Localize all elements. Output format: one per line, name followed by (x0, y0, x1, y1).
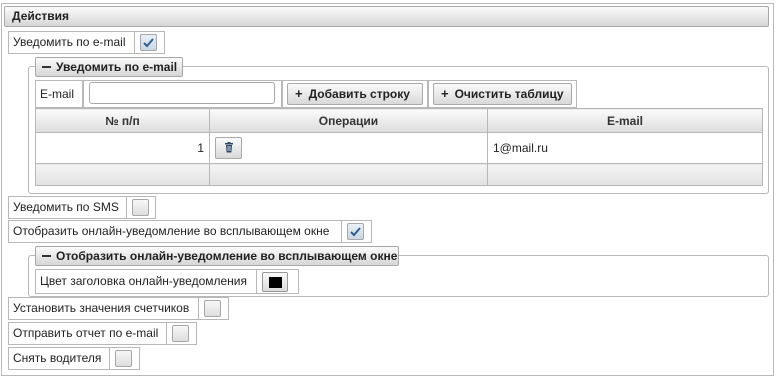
empty-cell (209, 163, 488, 186)
notify-sms-label: Уведомить по SMS (8, 196, 127, 219)
section-header: Действия (4, 6, 769, 27)
show-popup-cell (342, 220, 372, 243)
add-row-button[interactable]: + Добавить строку (287, 83, 423, 105)
trash-icon (225, 142, 233, 153)
add-row-label: Добавить строку (308, 87, 410, 101)
column-header-index[interactable]: № п/п (35, 108, 210, 133)
check-icon (143, 38, 154, 48)
empty-cell (487, 163, 763, 186)
header-color-picker[interactable] (262, 272, 288, 292)
popup-group-legend[interactable]: Отобразить онлайн-уведомление во всплыва… (35, 246, 399, 266)
notify-email-cell (135, 31, 165, 54)
empty-cell (35, 163, 210, 186)
email-input[interactable] (89, 82, 275, 104)
email-field-label: E-mail (35, 80, 83, 108)
remove-driver-checkbox[interactable] (115, 350, 132, 367)
notify-sms-checkbox[interactable] (132, 199, 149, 216)
header-color-label: Цвет заголовка онлайн-уведомления (35, 269, 257, 294)
set-counters-label: Установить значения счетчиков (8, 297, 199, 320)
notify-email-label: Уведомить по e-mail (8, 31, 135, 54)
show-popup-label: Отобразить онлайн-уведомление во всплыва… (8, 220, 342, 243)
remove-driver-label: Снять водителя (8, 347, 110, 370)
plus-icon: + (295, 86, 303, 101)
show-popup-checkbox[interactable] (347, 223, 364, 240)
column-header-operations[interactable]: Операции (209, 108, 488, 133)
collapse-icon (42, 254, 51, 257)
header-color-cell (257, 269, 299, 294)
column-header-email[interactable]: E-mail (487, 108, 763, 133)
send-report-cell (167, 322, 197, 345)
table-empty-row (35, 163, 763, 186)
notify-email-checkbox[interactable] (140, 34, 157, 51)
plus-icon: + (441, 86, 449, 101)
row-index: 1 (35, 132, 210, 164)
set-counters-cell (199, 297, 229, 320)
popup-group-legend-text: Отобразить онлайн-уведомление во всплыва… (56, 249, 398, 263)
collapse-icon (42, 65, 51, 68)
color-fill (269, 277, 282, 288)
check-icon (350, 227, 361, 237)
row-operations (209, 132, 488, 164)
delete-row-button[interactable] (215, 137, 242, 159)
email-group-legend[interactable]: Уведомить по e-mail (35, 57, 183, 77)
email-group-legend-text: Уведомить по e-mail (56, 60, 178, 74)
remove-driver-cell (110, 347, 140, 370)
email-table: № п/п Операции E-mail 1 1@mail.ru (35, 108, 763, 186)
notify-sms-cell (127, 196, 156, 219)
table-row: 1 1@mail.ru (35, 132, 763, 164)
send-report-checkbox[interactable] (172, 325, 189, 342)
clear-table-button[interactable]: + Очистить таблицу (433, 83, 572, 105)
clear-table-label: Очистить таблицу (454, 87, 564, 101)
send-report-label: Отправить отчет по e-mail (8, 322, 167, 345)
row-email: 1@mail.ru (487, 132, 763, 164)
set-counters-checkbox[interactable] (204, 300, 221, 317)
